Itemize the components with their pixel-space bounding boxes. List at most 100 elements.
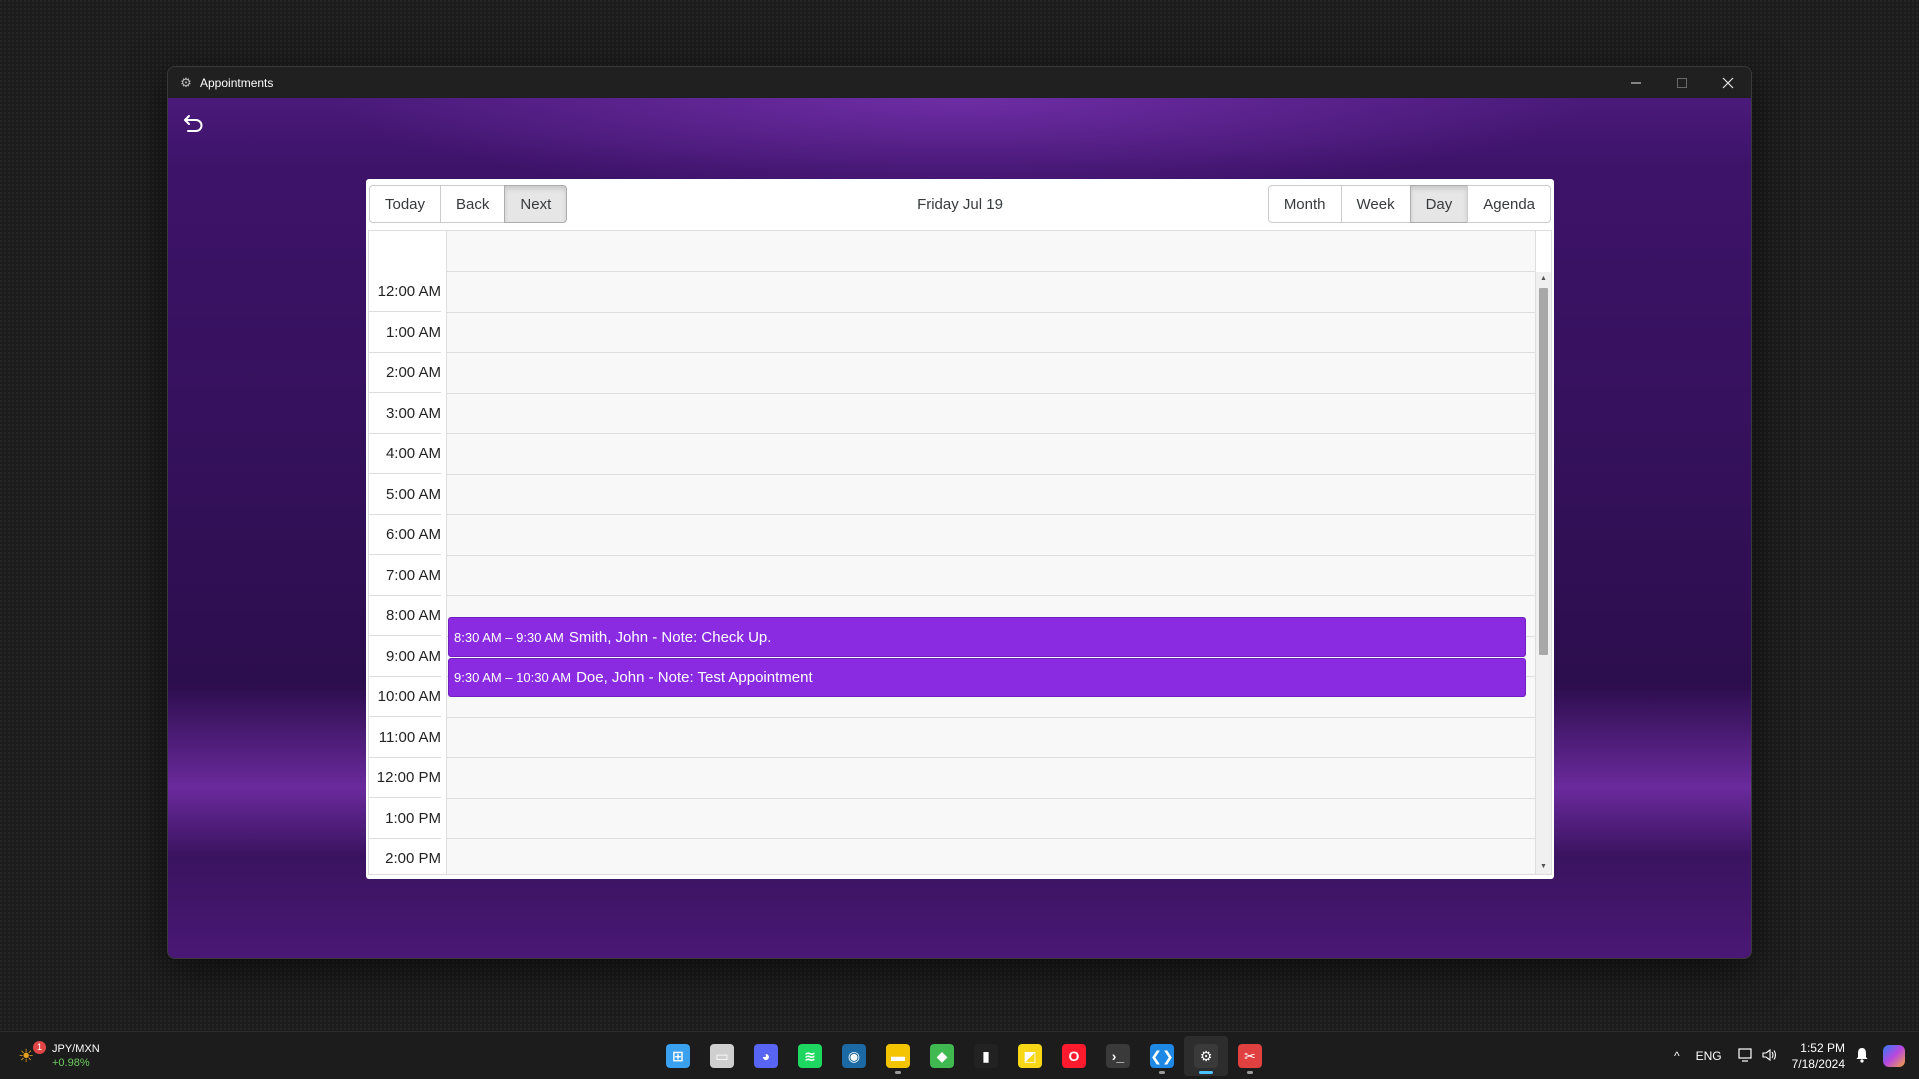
hour-gridline <box>447 595 1535 596</box>
copilot-icon[interactable] <box>1883 1045 1905 1067</box>
calendar-event[interactable]: 8:30 AM – 9:30 AM Smith, John - Note: Che… <box>448 617 1526 657</box>
appointments-app-icon: ⚙ <box>1194 1044 1218 1068</box>
clock-date: 7/18/2024 <box>1791 1057 1845 1071</box>
currency-widget-icon: ☀ 1 <box>18 1041 46 1068</box>
time-slot-label: 4:00 AM <box>369 434 441 474</box>
language-indicator[interactable]: ENG <box>1696 1049 1722 1063</box>
snipping-tool-taskbar-button[interactable]: ✂ <box>1228 1036 1272 1076</box>
agenda-view-button[interactable]: Agenda <box>1467 185 1551 223</box>
volume-icon[interactable] <box>1762 1048 1778 1065</box>
widget-change: +0.98% <box>52 1057 90 1069</box>
vertical-scrollbar[interactable]: ▲ ▼ <box>1535 272 1551 874</box>
time-slot-label: 9:00 AM <box>369 637 441 677</box>
hour-gridline <box>447 514 1535 515</box>
event-title: Doe, John - Note: Test Appointment <box>576 669 813 686</box>
audio-meter-icon: ▮ <box>974 1044 998 1068</box>
running-indicator <box>1247 1071 1253 1074</box>
vscode-icon: ❮❯ <box>1150 1044 1174 1068</box>
minimize-button[interactable] <box>1613 67 1659 98</box>
steam-icon: ◉ <box>842 1044 866 1068</box>
vscode-taskbar-button[interactable]: ❮❯ <box>1140 1036 1184 1076</box>
scroll-thumb[interactable] <box>1539 288 1548 655</box>
time-slot-label: 3:00 AM <box>369 394 441 434</box>
event-time: 9:30 AM – 10:30 AM <box>454 670 572 685</box>
time-grid[interactable]: 12:00 AM 1:00 AM 2:00 AM 3:00 AM 4:00 AM 5:00… <box>369 272 1551 874</box>
sticky-notes-icon: ◩ <box>1018 1044 1042 1068</box>
close-button[interactable] <box>1705 67 1751 98</box>
day-view-button[interactable]: Day <box>1409 185 1469 223</box>
terminal-taskbar-button[interactable]: ›_ <box>1096 1036 1140 1076</box>
widget-title: JPY/MXN <box>52 1043 100 1055</box>
maximize-button[interactable] <box>1659 67 1705 98</box>
running-indicator <box>1199 1071 1213 1074</box>
all-day-row[interactable] <box>369 231 1551 272</box>
undo-arrow-icon <box>184 115 203 132</box>
hour-gridline <box>447 433 1535 434</box>
git-client-icon: ◆ <box>930 1044 954 1068</box>
system-tray: ^ ENG 1:52 PM 7/18/2024 <box>1666 1032 1919 1079</box>
time-slot-label: 8:00 AM <box>369 596 441 636</box>
audio-meter-taskbar-button[interactable]: ▮ <box>964 1036 1008 1076</box>
calendar: Today Back Next Friday Jul 19 Month Week Day… <box>366 179 1554 879</box>
maximize-icon <box>1677 77 1687 88</box>
appointments-window: ⚙ Appointments Today Back Next Friday Jul <box>167 66 1752 959</box>
file-explorer-taskbar-button[interactable]: ▬ <box>876 1036 920 1076</box>
hour-gridline <box>447 716 1535 718</box>
app-content: Today Back Next Friday Jul 19 Month Week Day… <box>168 98 1751 958</box>
git-client-taskbar-button[interactable]: ◆ <box>920 1036 964 1076</box>
event-time: 8:30 AM – 9:30 AM <box>454 629 564 645</box>
appointments-app-taskbar-button[interactable]: ⚙ <box>1184 1036 1228 1076</box>
spotify-icon: ≋ <box>798 1044 822 1068</box>
back-button[interactable]: Back <box>440 185 506 223</box>
time-slot-label: 11:00 AM <box>369 718 441 758</box>
tray-overflow-chevron-icon[interactable]: ^ <box>1674 1049 1680 1063</box>
all-day-gutter <box>369 231 447 272</box>
time-slot-label: 10:00 AM <box>369 677 441 717</box>
running-indicator <box>1159 1071 1165 1074</box>
time-slot-label: 2:00 PM <box>369 839 441 874</box>
event-title: Smith, John - Note: Check Up. <box>568 628 772 646</box>
steam-taskbar-button[interactable]: ◉ <box>832 1036 876 1076</box>
title-bar[interactable]: ⚙ Appointments <box>168 67 1751 98</box>
opera-taskbar-button[interactable]: O <box>1052 1036 1096 1076</box>
calendar-toolbar: Today Back Next Friday Jul 19 Month Week Day… <box>366 179 1554 230</box>
sticky-notes-taskbar-button[interactable]: ◩ <box>1008 1036 1052 1076</box>
task-view-icon: ▭ <box>710 1044 734 1068</box>
day-column[interactable]: 8:30 AM – 9:30 AM Smith, John - Note: Che… <box>447 272 1535 874</box>
hour-gridline <box>447 352 1535 353</box>
time-slot-label: 2:00 AM <box>369 353 441 393</box>
spotify-taskbar-button[interactable]: ≋ <box>788 1036 832 1076</box>
terminal-icon: ›_ <box>1106 1044 1130 1068</box>
discord-icon: ◕ <box>754 1044 778 1068</box>
close-icon <box>1722 77 1734 88</box>
widget-badge: 1 <box>33 1041 46 1054</box>
time-slot-label: 5:00 AM <box>369 475 441 515</box>
hour-gridline <box>447 554 1535 556</box>
time-gutter: 12:00 AM 1:00 AM 2:00 AM 3:00 AM 4:00 AM 5:00… <box>369 272 447 874</box>
clock[interactable]: 1:52 PM 7/18/2024 <box>1792 1040 1845 1072</box>
network-icon[interactable] <box>1738 1047 1754 1065</box>
discord-taskbar-button[interactable]: ◕ <box>744 1036 788 1076</box>
month-view-button[interactable]: Month <box>1267 185 1342 223</box>
file-explorer-icon: ▬ <box>886 1044 910 1068</box>
scroll-down-icon[interactable]: ▼ <box>1536 861 1551 873</box>
task-view-taskbar-button[interactable]: ▭ <box>700 1036 744 1076</box>
taskbar-app-icons: ⊞ ▭ ◕ ≋ ◉ ▬ ◆ ▮ ◩ O ›_ ❮❯ ⚙ ✂ <box>656 1036 1272 1076</box>
today-button[interactable]: Today <box>369 185 442 223</box>
currency-widget[interactable]: ☀ 1 JPY/MXN +0.98% <box>18 1040 100 1072</box>
bell-icon[interactable] <box>1855 1047 1869 1066</box>
start-taskbar-button[interactable]: ⊞ <box>656 1036 700 1076</box>
calendar-event[interactable]: 9:30 AM – 10:30 AM Doe, John - Note: Test… <box>448 657 1526 698</box>
day-time-view: 12:00 AM 1:00 AM 2:00 AM 3:00 AM 4:00 AM 5:00… <box>368 230 1552 875</box>
snipping-tool-icon: ✂ <box>1238 1044 1262 1068</box>
scroll-up-icon[interactable]: ▲ <box>1536 273 1551 285</box>
next-button[interactable]: Next <box>504 185 568 223</box>
time-slot-label: 1:00 AM <box>369 313 441 353</box>
hour-gridline <box>447 757 1535 758</box>
week-view-button[interactable]: Week <box>1340 185 1411 223</box>
back-button[interactable] <box>182 112 206 136</box>
nav-button-group: Today Back Next <box>369 185 568 223</box>
window-title: Appointments <box>200 75 274 90</box>
hour-gridline <box>447 473 1535 475</box>
running-indicator <box>895 1071 901 1074</box>
